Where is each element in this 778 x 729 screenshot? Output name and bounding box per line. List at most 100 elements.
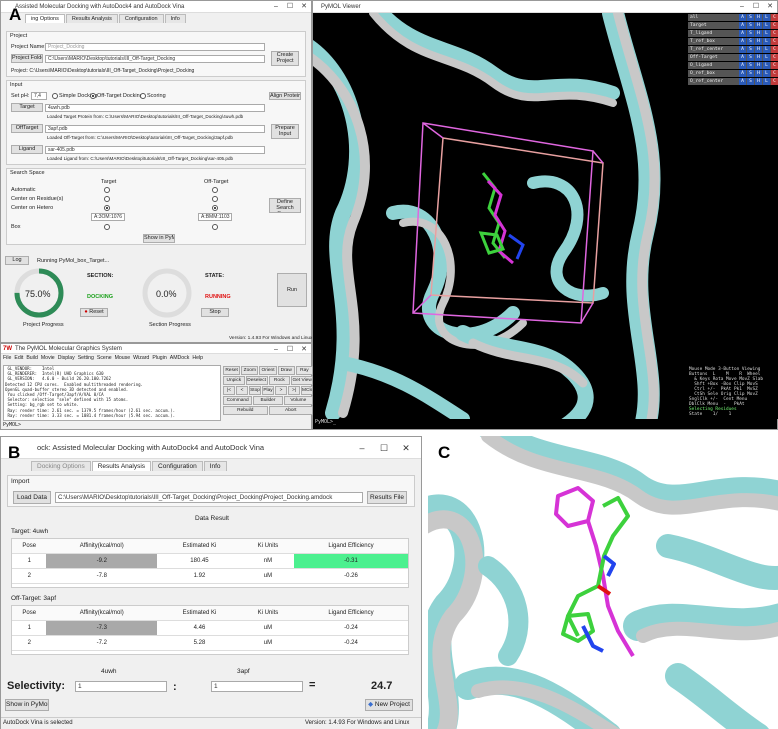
object-flag-button[interactable]: L (763, 78, 770, 85)
table-row[interactable]: 1 -7.3 4.46 uM -0.24 (12, 620, 408, 636)
pymol-command-line[interactable]: PyMOL>_ (315, 419, 336, 425)
offtarget-hetero-select[interactable]: A:BMM:1103 (198, 213, 232, 221)
tab-results-analysis[interactable]: Results Analysis (65, 14, 118, 23)
object-flag-button[interactable]: S (747, 22, 754, 29)
object-flag-button[interactable]: C (771, 62, 778, 69)
object-flag-button[interactable]: H (755, 14, 762, 21)
pymol-control-button[interactable]: Get View (291, 376, 313, 385)
minimize-icon[interactable]: – (269, 1, 283, 13)
object-flag-button[interactable]: A (739, 62, 746, 69)
pymol-control-button[interactable]: MClear (301, 386, 313, 395)
maximize-icon[interactable]: ☐ (749, 1, 763, 13)
target-box-radio[interactable] (104, 224, 110, 230)
pymol-control-button[interactable]: Deselect (245, 376, 268, 385)
target-hetero-select[interactable]: A:3OM:1076 (91, 213, 125, 221)
object-flag-button[interactable]: S (747, 62, 754, 69)
pymol-menu-item[interactable]: Display (58, 355, 75, 362)
pymol-menu-item[interactable]: AMDock (170, 355, 190, 362)
object-flag-button[interactable]: H (755, 54, 762, 61)
object-flag-button[interactable]: L (763, 22, 770, 29)
object-row[interactable]: T_ligand A S H L C (688, 30, 778, 37)
results-file-button[interactable]: Results File (367, 491, 407, 504)
close-icon[interactable]: ✕ (395, 437, 417, 459)
pymol-control-button[interactable]: Reset (223, 366, 241, 375)
tab-results-analysis[interactable]: Results Analysis (91, 461, 152, 471)
object-flag-button[interactable]: L (763, 54, 770, 61)
offtarget-hetero-radio[interactable] (212, 205, 218, 211)
offtarget-docking-radio[interactable] (90, 93, 96, 99)
object-flag-button[interactable]: L (763, 38, 770, 45)
new-project-button[interactable]: ◆ New Project (365, 699, 413, 711)
offtarget-box-radio[interactable] (212, 224, 218, 230)
tab-info[interactable]: Info (203, 461, 227, 471)
offtarget-button[interactable]: OffTarget (11, 124, 43, 133)
object-flag-button[interactable]: S (747, 46, 754, 53)
pymol-menu-item[interactable]: Plugin (152, 355, 166, 362)
project-name-field[interactable]: Project_Docking (45, 43, 265, 51)
target-automatic-radio[interactable] (104, 187, 110, 193)
tab-configuration[interactable]: Configuration (118, 14, 164, 23)
pymol-control-button[interactable]: Play (262, 386, 274, 395)
object-flag-button[interactable]: A (739, 78, 746, 85)
log-button[interactable]: Log (5, 256, 29, 265)
object-flag-button[interactable]: A (739, 54, 746, 61)
pymol-menu-item[interactable]: Mouse (115, 355, 131, 362)
object-flag-button[interactable]: A (739, 70, 746, 77)
pymol-menu-item[interactable]: File (3, 355, 11, 362)
selectivity-input-2[interactable]: 1 (211, 681, 303, 692)
reset-button[interactable]: ● Reset (80, 308, 108, 317)
ligand-button[interactable]: Ligand (11, 145, 43, 154)
target-field[interactable]: 4uwh.pdb (45, 104, 265, 112)
close-icon[interactable]: ✕ (297, 344, 311, 354)
target-button[interactable]: Target (11, 103, 43, 112)
pymol-menu-item[interactable]: Wizard (133, 355, 149, 362)
object-flag-button[interactable]: H (755, 70, 762, 77)
object-flag-button[interactable]: S (747, 54, 754, 61)
object-row[interactable]: O_ref_box A S H L C (688, 70, 778, 77)
object-flag-button[interactable]: C (771, 14, 778, 21)
ligand-field[interactable]: sar-405.pdb (45, 146, 265, 154)
object-flag-button[interactable]: H (755, 46, 762, 53)
object-flag-button[interactable]: H (755, 38, 762, 45)
pymol-control-button[interactable]: >| (288, 386, 300, 395)
offtarget-field[interactable]: 3apf.pdb (45, 125, 265, 133)
define-search-space-button[interactable]: Define Search Space (269, 198, 301, 213)
create-project-button[interactable]: Create Project (271, 51, 299, 66)
selectivity-input-1[interactable]: 1 (75, 681, 167, 692)
object-row[interactable]: O_ligand A S H L C (688, 62, 778, 69)
object-row[interactable]: O_ref_center A S H L C (688, 78, 778, 85)
maximize-icon[interactable]: ☐ (283, 1, 297, 13)
object-row[interactable]: Target A S H L C (688, 22, 778, 29)
pymol-menu-item[interactable]: Setting (78, 355, 94, 362)
object-flag-button[interactable]: L (763, 14, 770, 21)
object-flag-button[interactable]: S (747, 70, 754, 77)
prepare-input-button[interactable]: Prepare Input (271, 124, 299, 139)
target-residue-radio[interactable] (104, 196, 110, 202)
show-in-pymol-button[interactable]: Show in PyMol (143, 234, 175, 243)
close-icon[interactable]: ✕ (763, 1, 777, 13)
object-flag-button[interactable]: A (739, 46, 746, 53)
tab-docking-options[interactable]: Docking Options (31, 461, 91, 471)
run-button[interactable]: Run (277, 273, 307, 307)
object-flag-button[interactable]: L (763, 70, 770, 77)
object-flag-button[interactable]: C (771, 70, 778, 77)
object-flag-button[interactable]: S (747, 14, 754, 21)
object-flag-button[interactable]: A (739, 30, 746, 37)
pymol-control-button[interactable]: Rebuild (223, 406, 268, 415)
object-row[interactable]: T_ref_box A S H L C (688, 38, 778, 45)
pymol-control-button[interactable]: > (275, 386, 287, 395)
project-folder-button[interactable]: Project Folder (11, 54, 43, 63)
object-flag-button[interactable]: C (771, 30, 778, 37)
close-icon[interactable]: ✕ (297, 1, 311, 13)
table-row[interactable]: 2 -7.8 1.92 uM -0.26 (12, 568, 408, 584)
pymol-control-button[interactable]: Stop (249, 386, 261, 395)
minimize-icon[interactable]: – (269, 344, 283, 354)
object-flag-button[interactable]: L (763, 46, 770, 53)
project-folder-field[interactable]: C:\Users\MARIO\Desktop\tutorials\III_Off… (45, 55, 265, 63)
table-row[interactable]: 2 -7.2 5.28 uM -0.24 (12, 635, 408, 651)
simple-docking-radio[interactable] (52, 93, 58, 99)
tab-configuration[interactable]: Configuration (152, 461, 203, 471)
offtarget-automatic-radio[interactable] (212, 187, 218, 193)
object-row[interactable]: Off-Target A S H L C (688, 54, 778, 61)
pymol-menu-item[interactable]: Build (26, 355, 38, 362)
